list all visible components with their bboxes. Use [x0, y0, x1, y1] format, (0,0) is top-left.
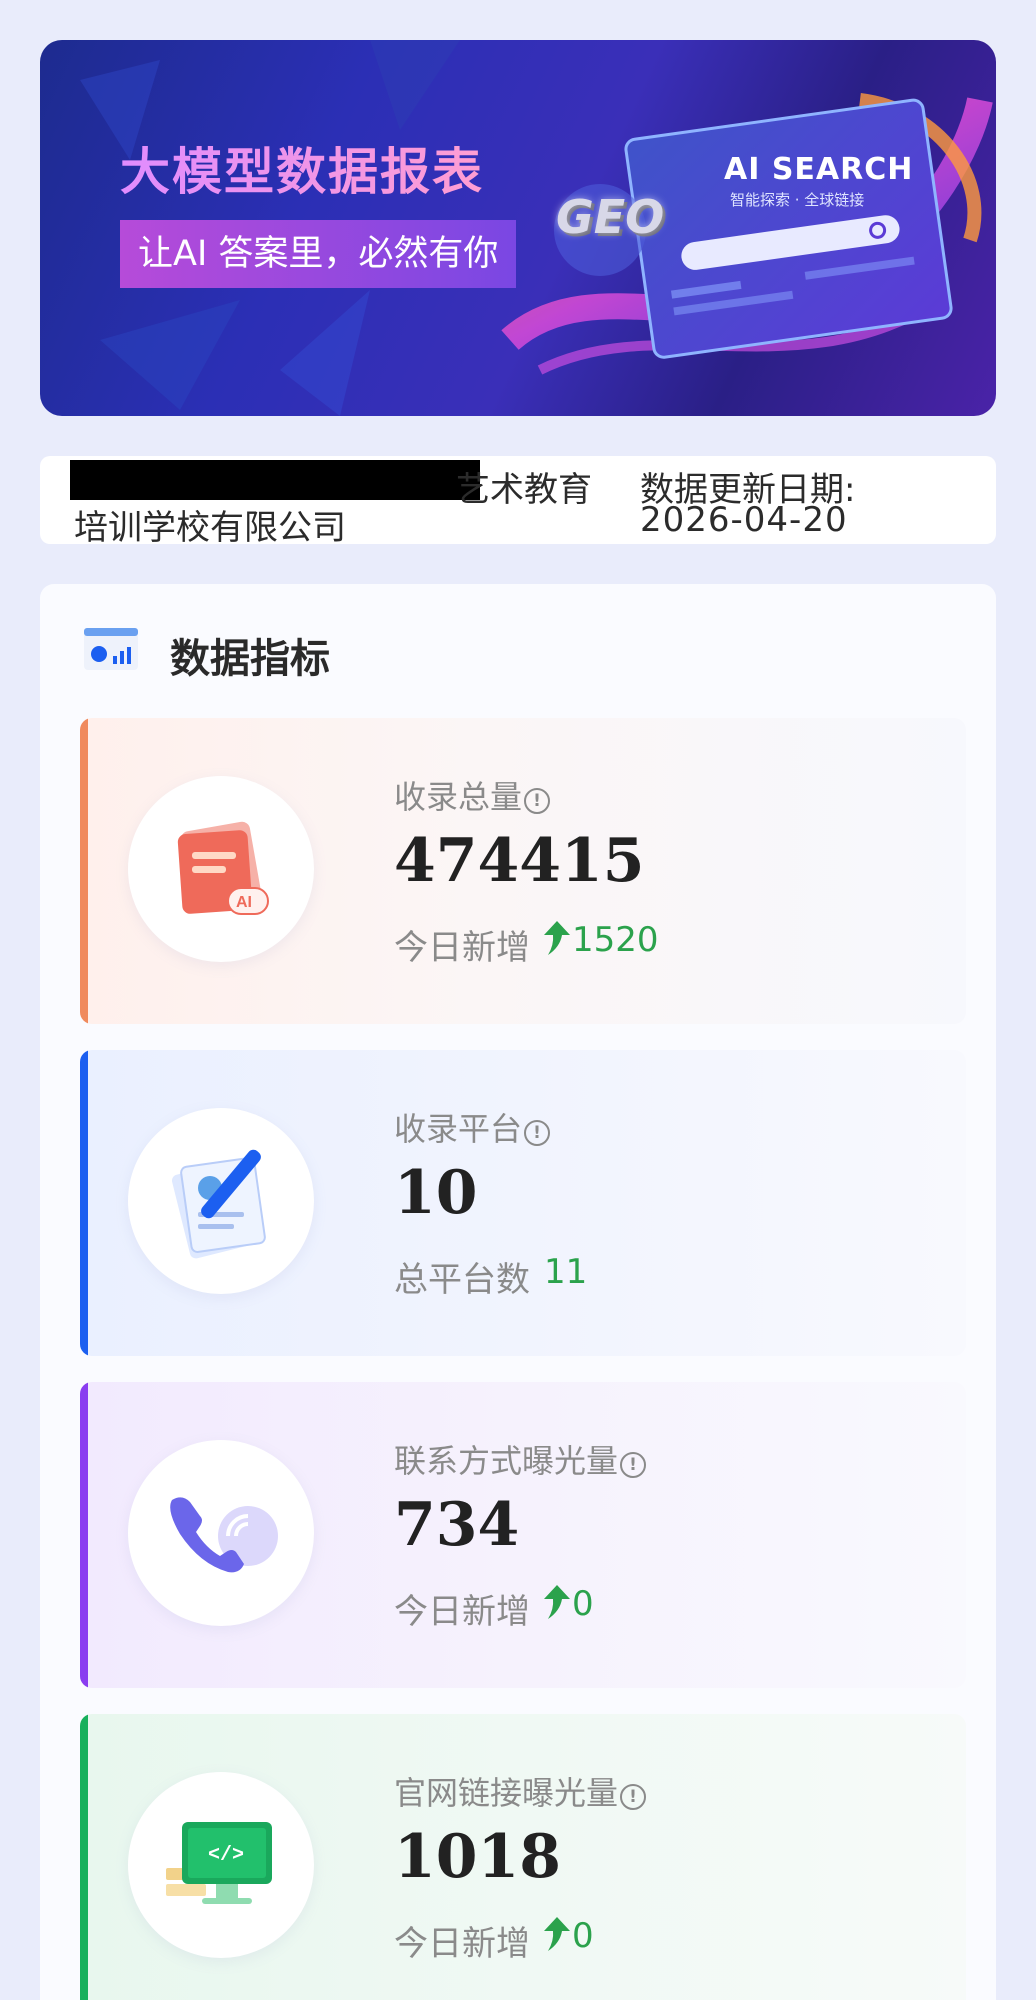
accent-bar [80, 1382, 88, 1688]
section-title: 数据指标 [170, 636, 330, 682]
arrow-up-icon [544, 1917, 570, 1951]
company-name-line2: 培训学校有限公司 [74, 508, 346, 548]
redacted-company-name [70, 460, 480, 500]
metric-value: 734 [394, 1490, 520, 1560]
section-header [82, 624, 142, 684]
update-date-value: 2026-04-20 [640, 500, 848, 540]
svg-text:AI: AI [236, 894, 252, 911]
metric-value: 1018 [394, 1822, 561, 1892]
metric-icon-circle [128, 1108, 314, 1294]
monitor-code-icon: </> [166, 1822, 272, 1904]
ai-search-subtitle: 智能探索 · 全球链接 [730, 191, 865, 209]
metric-card-website-exposure[interactable]: </> 官网链接曝光量! 1018 今日新增 0 [80, 1714, 966, 2000]
report-banner: 大模型数据报表 让AI 答案里，必然有你 GEO AI SEARCH 智能探索 … [40, 40, 996, 416]
notepad-pen-icon [171, 1149, 266, 1259]
company-name-line1: 艺术教育 [456, 470, 592, 510]
metric-delta: 1520 [544, 920, 659, 960]
metric-card-platforms[interactable]: 收录平台! 10 总平台数 11 [80, 1050, 966, 1356]
metric-label: 联系方式曝光量! [394, 1436, 647, 1482]
metric-delta: 0 [544, 1584, 594, 1624]
info-icon[interactable]: ! [620, 1784, 647, 1810]
metric-label: 官网链接曝光量! [394, 1768, 647, 1814]
metric-delta: 0 [544, 1916, 594, 1956]
accent-bar [80, 1714, 88, 2000]
info-icon[interactable]: ! [524, 1120, 551, 1146]
metric-delta: 11 [544, 1252, 588, 1292]
metric-card-total-indexed[interactable]: AI 收录总量! 474415 今日新增 1520 [80, 718, 966, 1024]
metric-sub-label: 今日新增 [394, 928, 530, 968]
metric-sub-label: 总平台数 [394, 1260, 530, 1300]
metric-value: 474415 [394, 826, 645, 896]
metric-icon-circle: </> [128, 1772, 314, 1958]
document-ai-icon: AI [177, 821, 269, 915]
banner-subtitle: 让AI 答案里，必然有你 [120, 220, 517, 288]
arrow-up-icon [544, 1585, 570, 1619]
banner-title: 大模型数据报表 [120, 132, 484, 204]
metric-sub-label: 今日新增 [394, 1592, 530, 1632]
metric-icon-circle: AI [128, 776, 314, 962]
metrics-panel: 数据指标 AI 收录总量! 474415 今日新增 1520 收录平台 ! 10… [40, 584, 996, 2000]
accent-bar [80, 718, 88, 1024]
info-icon[interactable]: ! [620, 1452, 647, 1478]
phone-icon [170, 1497, 278, 1573]
chart-icon [84, 628, 138, 670]
metric-card-contact-exposure[interactable]: 联系方式曝光量! 734 今日新增 0 [80, 1382, 966, 1688]
metric-icon-circle [128, 1440, 314, 1626]
info-icon[interactable]: ! [524, 788, 551, 814]
ai-search-title: AI SEARCH [724, 152, 914, 187]
accent-bar [80, 1050, 88, 1356]
arrow-up-icon [544, 921, 570, 955]
metric-value: 10 [394, 1158, 478, 1228]
svg-text:</>: </> [208, 1844, 244, 1867]
metric-sub-label: 今日新增 [394, 1924, 530, 1964]
company-info-card: 艺术教育 培训学校有限公司 数据更新日期: 2026-04-20 [40, 456, 996, 548]
geo-logo-text: GEO [556, 190, 665, 244]
metric-label: 收录总量! [394, 772, 551, 818]
metric-label: 收录平台! [394, 1104, 551, 1150]
